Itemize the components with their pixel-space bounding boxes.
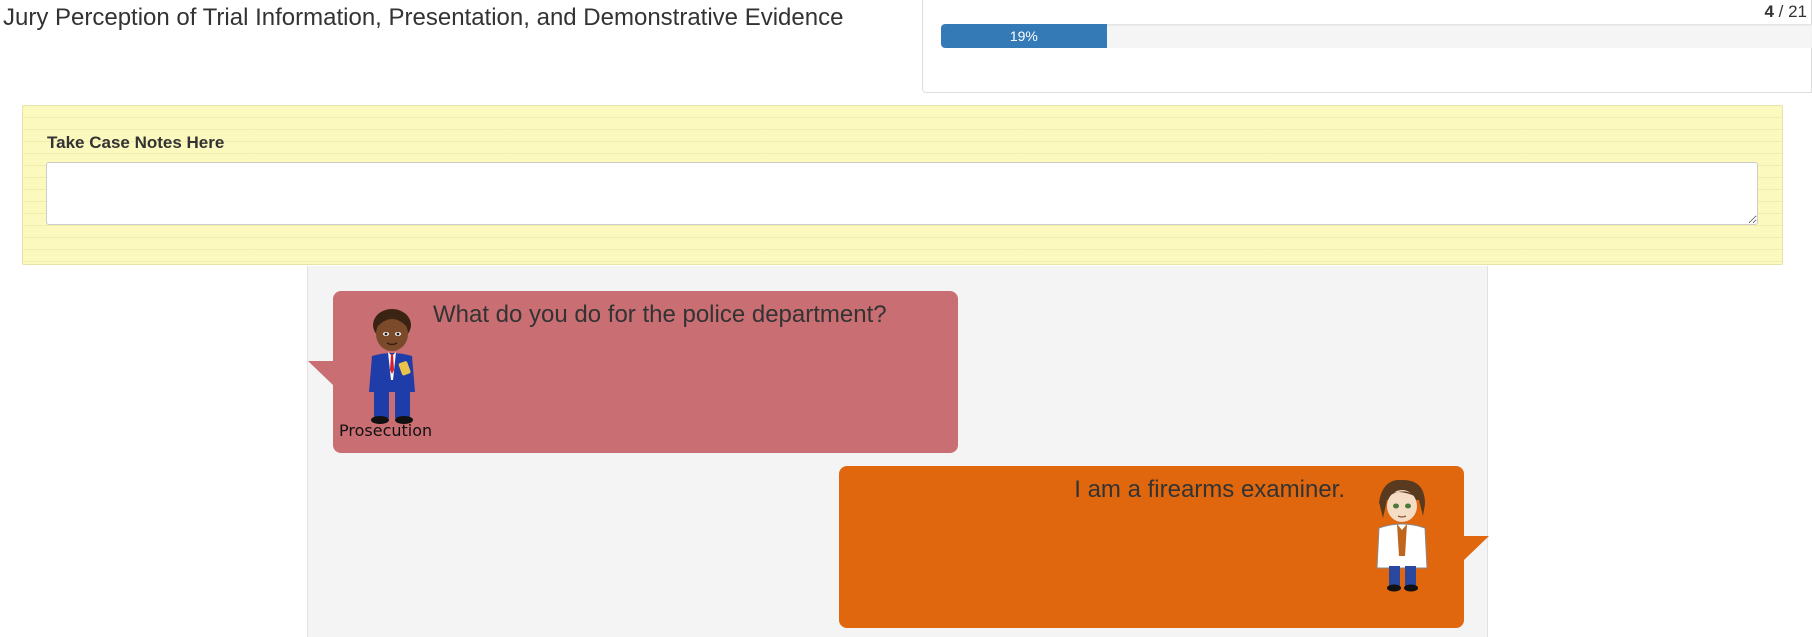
case-notes-panel: Take Case Notes Here: [22, 105, 1783, 265]
progress-panel: 4 / 21 19%: [922, 0, 1812, 93]
witness-message-text: I am a firearms examiner.: [1074, 476, 1345, 503]
dialogue-area: What do you do for the police department…: [307, 266, 1489, 637]
total-pages-number: 21: [1788, 2, 1807, 21]
case-notes-input[interactable]: [46, 162, 1758, 225]
firearms-examiner-avatar-icon: [1376, 479, 1428, 592]
prosecution-message-text: What do you do for the police department…: [433, 301, 887, 328]
prosecutor-avatar-icon: [369, 309, 415, 424]
progress-bar: 19%: [941, 24, 1812, 48]
witness-speech-bubble: I am a firearms examiner.: [839, 466, 1489, 628]
survey-title: Jury Perception of Trial Information, Pr…: [3, 4, 844, 31]
page-counter: 4 / 21: [1764, 2, 1807, 22]
case-notes-label: Take Case Notes Here: [47, 133, 225, 152]
progress-bar-fill: 19%: [941, 24, 1107, 48]
page-separator: /: [1773, 2, 1789, 21]
prosecution-speech-bubble: What do you do for the police department…: [308, 291, 958, 453]
current-page-number: 4: [1764, 2, 1774, 21]
prosecution-speaker-label: Prosecution: [339, 421, 433, 440]
